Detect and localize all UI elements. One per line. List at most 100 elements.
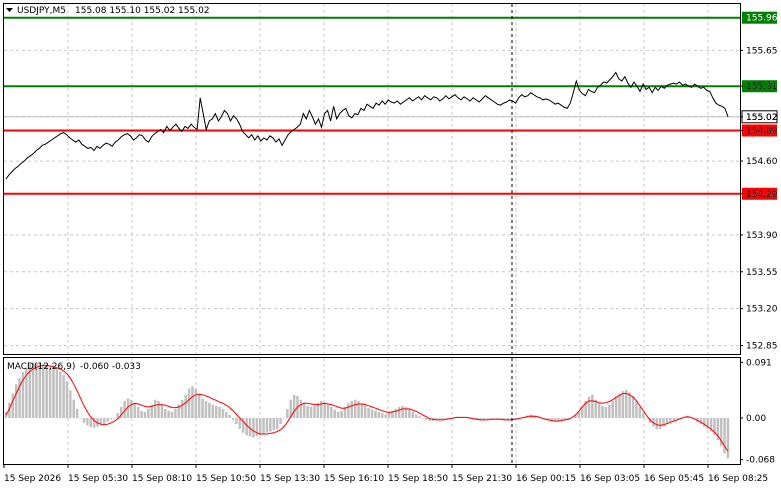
macd-histogram-bar [645,418,648,419]
macd-histogram-bar [55,369,59,418]
macd-histogram-bar [347,403,350,418]
macd-histogram-bar [353,399,357,419]
macd-histogram-bar [282,418,286,419]
symbol-label: USDJPY,M5 [17,6,66,16]
macd-histogram-bar [726,418,730,459]
macd-histogram-bar [262,418,265,434]
macd-histogram-bar [109,418,113,420]
macd-histogram-bar [59,371,62,419]
ohlc-label: 155.08 155.10 155.02 155.02 [75,6,210,16]
macd-histogram-bar [211,404,214,419]
macd-histogram-bar [414,414,418,419]
macd-histogram-bar [486,418,489,420]
macd-axis-tick-label: -0.068 [746,456,775,466]
macd-histogram-bar [259,418,262,436]
macd-histogram-bar [218,407,221,418]
macd-histogram-bar [604,407,608,418]
time-axis: 15 Sep 2026 15 Sep 05:30 15 Sep 08:10 15 Se… [3,464,768,484]
macd-histogram-bar [357,400,360,419]
macd-histogram-bar [214,405,218,419]
chart-header: USDJPY,M5 155.08 155.10 155.02 155.02 [6,6,210,16]
macd-histogram-bar [113,418,116,419]
macd-histogram-bar [628,392,631,418]
macd-histogram-bar [86,418,89,426]
macd-histogram-bar [143,411,147,418]
macd-histogram-bar [401,405,404,419]
macd-histogram-bar [672,418,675,421]
macd-histogram-bar [286,408,289,419]
macd-histogram-bar [445,418,448,419]
macd-histogram-bar [42,364,45,418]
macd-histogram-bar [136,407,140,418]
price-axis-tick-label: 153.90 [746,231,778,241]
price-axis-tick-label: 154.60 [746,157,778,167]
price-panel[interactable]: 155.96155.31154.89154.29155.02 155.65155… [3,3,778,355]
macd-histogram-bar [52,367,55,418]
macd-histogram-bar [164,408,167,419]
price-axis-tick-label: 155.02 [746,113,778,123]
macd-histogram-bar [265,418,269,433]
macd-histogram-bar [608,404,611,419]
time-axis-label: 16 Sep 05:45 [644,474,704,484]
macd-histogram-bar [106,418,109,422]
time-axis-label: 15 Sep 10:50 [196,474,256,484]
macd-histogram-bar [194,388,198,418]
macd-histogram-bar [75,408,79,419]
macd-histogram-bar [638,407,642,418]
macd-histogram-bar [228,415,231,419]
macd-histogram-bar [191,386,194,419]
macd-histogram-bar [252,418,255,438]
time-axis-label: 15 Sep 16:10 [324,474,384,484]
macd-y-axis: 0.091 0.00 -0.068 [740,358,775,466]
macd-histogram-bar [323,402,326,418]
macd-histogram-bar [418,416,421,418]
macd-histogram-bar [197,393,201,418]
macd-histogram-bar [377,411,381,418]
macd-histogram-bar [364,405,367,419]
macd-histogram-bar [89,418,92,428]
macd-histogram-bar [621,391,625,419]
macd-histogram-bar [618,393,621,418]
macd-histogram-bar [367,408,370,418]
time-axis-label: 15 Sep 13:30 [260,474,320,484]
trading-chart[interactable]: 155.96155.31154.89154.29155.02 155.65155… [0,0,781,489]
macd-histogram-bar [292,394,296,419]
macd-values-label: -0.060 -0.033 [80,362,141,372]
macd-histogram-bar [157,400,160,419]
macd-histogram-bar [72,399,75,419]
macd-histogram-bar [204,400,208,419]
macd-histogram-bar [79,418,82,419]
macd-histogram-bar [658,418,662,429]
macd-label: MACD(12,26,9) [7,362,75,372]
macd-histogram-bar [465,418,469,419]
macd-histogram-bar [62,375,65,419]
time-axis-label: 15 Sep 08:10 [132,474,192,484]
macd-panel[interactable]: 0.091 0.00 -0.068 MACD(12,26,9) -0.060 -0.… [3,357,776,466]
macd-histogram-bar [601,405,604,419]
macd-histogram-bar [309,407,313,418]
macd-histogram-bar [45,365,48,419]
macd-histogram-bar [69,390,72,419]
macd-histogram-bar [675,418,679,420]
macd-histogram-bar [614,397,618,418]
macd-histogram-bar [326,404,330,419]
macd-histogram-bar [14,384,18,418]
time-axis-label: 16 Sep 03:05 [580,474,640,484]
macd-histogram-bar [238,418,242,429]
macd-histogram-bar [408,409,411,419]
macd-histogram-bar [381,413,384,418]
macd-histogram-bar [597,402,601,418]
macd-histogram-bar [394,408,397,419]
macd-histogram-bar [387,413,391,418]
time-axis-label: 15 Sep 18:50 [388,474,448,484]
macd-histogram-bar [184,394,187,419]
macd-histogram-bar [655,418,658,429]
price-axis-tick-label: 155.31 [746,82,778,92]
macd-histogram-bar [587,396,591,418]
time-axis-label: 15 Sep 05:30 [68,474,128,484]
price-axis-tick-label: 153.55 [746,268,778,278]
macd-histogram-bar [370,409,374,419]
macd-histogram-bar [635,400,638,419]
macd-histogram-bar [201,398,204,418]
time-axis-label: 16 Sep 00:15 [516,474,576,484]
